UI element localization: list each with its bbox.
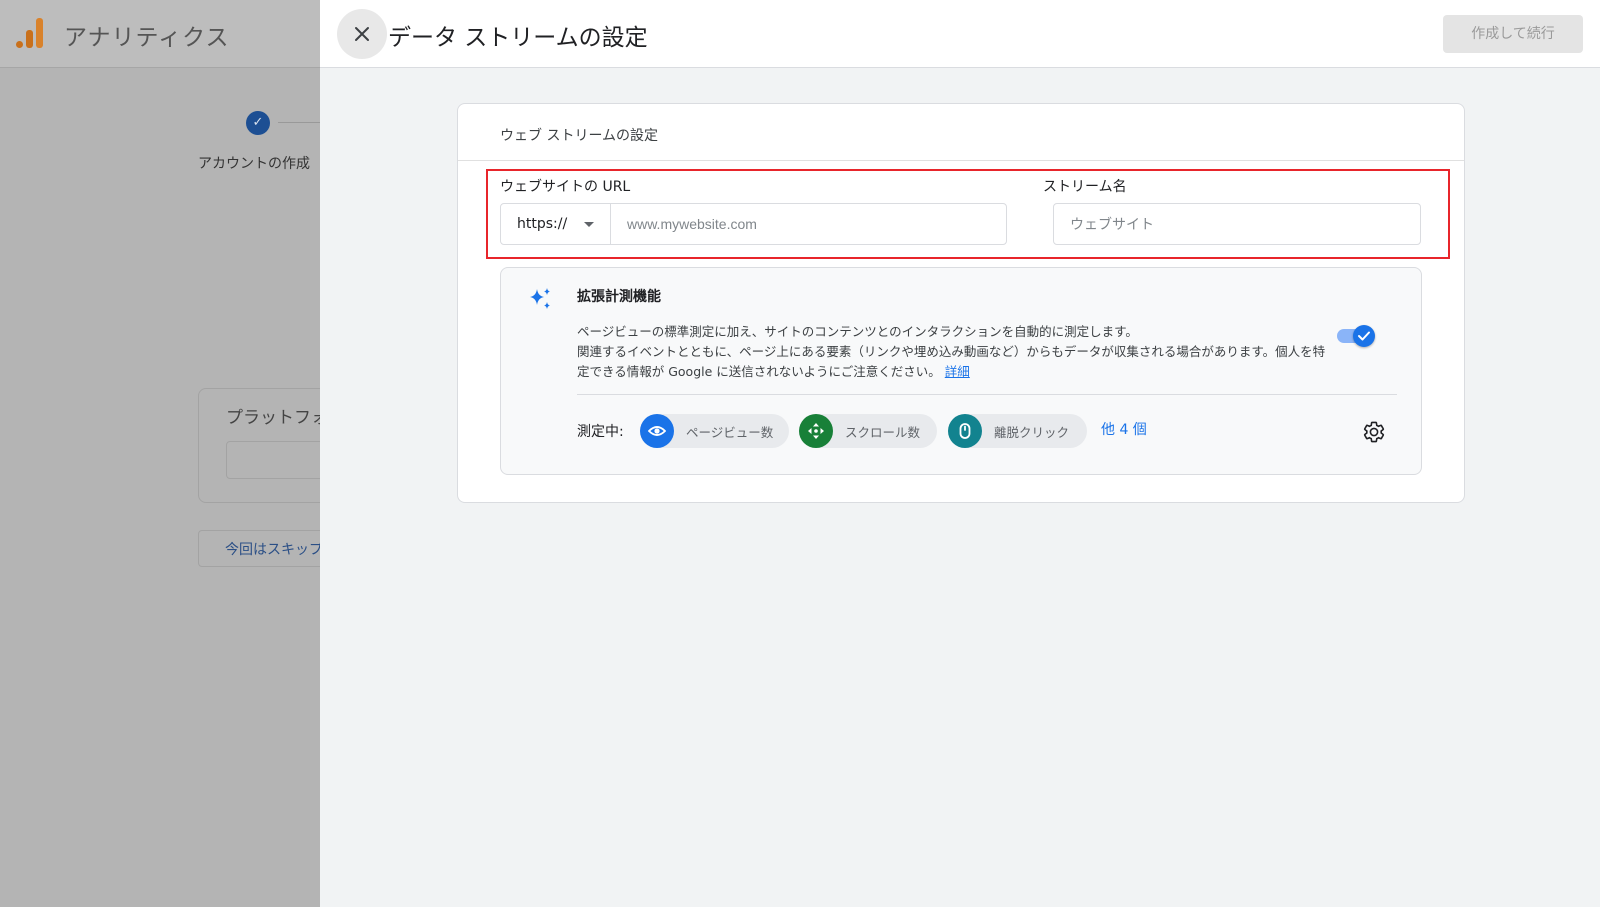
stream-name-input[interactable] bbox=[1053, 203, 1421, 245]
close-button[interactable] bbox=[337, 9, 387, 59]
analytics-logo-icon bbox=[16, 18, 44, 48]
stream-name-label: ストリーム名 bbox=[1043, 179, 1127, 195]
card-title: ウェブ ストリームの設定 bbox=[500, 128, 659, 144]
more-events-link[interactable]: 他 4 個 bbox=[1101, 419, 1147, 439]
step-label: アカウントの作成 bbox=[198, 156, 310, 172]
chip-outbound-clicks: 離脱クリック bbox=[948, 414, 1087, 448]
check-icon bbox=[1358, 331, 1370, 341]
data-stream-panel: データ ストリームの設定 作成して続行 ウェブ ストリームの設定 ウェブサイトの… bbox=[320, 0, 1600, 907]
measuring-label: 測定中: bbox=[577, 424, 624, 440]
description-line-1: ページビューの標準測定に加え、サイトのコンテンツとのインタラクションを自動的に測… bbox=[577, 324, 1138, 339]
gear-icon[interactable] bbox=[1362, 420, 1386, 444]
url-field-label: ウェブサイトの URL bbox=[500, 179, 631, 195]
sparkle-icon bbox=[530, 288, 550, 309]
enhanced-measurement-toggle[interactable] bbox=[1337, 325, 1377, 347]
website-url-input[interactable] bbox=[610, 203, 1007, 245]
protocol-select[interactable]: https:// bbox=[500, 203, 611, 245]
enhanced-measurement-description: ページビューの標準測定に加え、サイトのコンテンツとのインタラクションを自動的に測… bbox=[577, 322, 1327, 382]
skip-button: 今回はスキップ bbox=[198, 530, 338, 567]
panel-header: データ ストリームの設定 作成して続行 bbox=[320, 0, 1600, 68]
step-connector bbox=[278, 122, 320, 123]
panel-title: データ ストリームの設定 bbox=[388, 25, 648, 51]
enhanced-measurement-section: 拡張計測機能 ページビューの標準測定に加え、サイトのコンテンツとのインタラクショ… bbox=[500, 267, 1422, 475]
web-stream-card: ウェブ ストリームの設定 ウェブサイトの URL https:// ストリーム名… bbox=[457, 103, 1465, 503]
step-check-icon: ✓ bbox=[246, 111, 270, 135]
toggle-knob bbox=[1353, 325, 1375, 347]
protocol-value: https:// bbox=[517, 216, 568, 232]
platform-card: プラットフォ bbox=[198, 388, 346, 503]
chevron-down-icon bbox=[584, 222, 594, 227]
details-link[interactable]: 詳細 bbox=[945, 364, 970, 379]
chip-label: スクロール数 bbox=[845, 425, 921, 440]
enhanced-divider bbox=[577, 394, 1397, 395]
chip-scrolls: スクロール数 bbox=[799, 414, 937, 448]
create-and-continue-button[interactable]: 作成して続行 bbox=[1443, 15, 1583, 53]
chip-label: 離脱クリック bbox=[994, 425, 1070, 440]
mouse-icon bbox=[948, 414, 982, 448]
app-title: アナリティクス bbox=[64, 25, 230, 51]
platform-label: プラットフォ bbox=[226, 408, 328, 428]
chip-page-views: ページビュー数 bbox=[640, 414, 789, 448]
scroll-icon bbox=[799, 414, 833, 448]
chip-label: ページビュー数 bbox=[686, 425, 774, 440]
eye-icon bbox=[640, 414, 674, 448]
card-divider bbox=[458, 160, 1464, 161]
enhanced-measurement-title: 拡張計測機能 bbox=[577, 289, 661, 305]
close-icon bbox=[355, 27, 369, 41]
